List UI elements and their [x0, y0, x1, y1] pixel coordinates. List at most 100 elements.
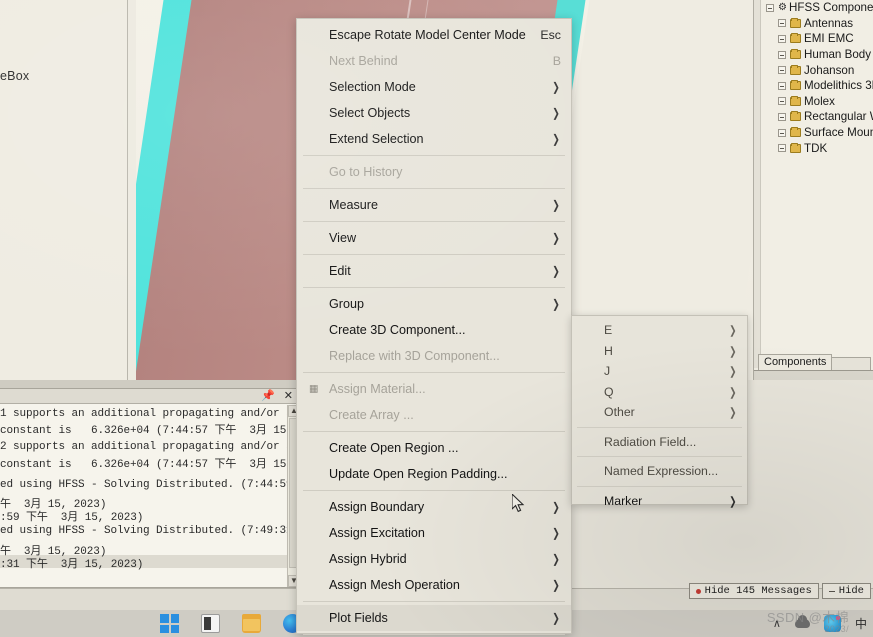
- submenu-item-named-expression[interactable]: Named Expression...: [572, 461, 747, 482]
- menu-item-measure[interactable]: Measure ❯: [297, 192, 571, 218]
- menu-item-assign-boundary[interactable]: Assign Boundary ❯: [297, 494, 571, 520]
- submenu-item-h[interactable]: H ❯: [572, 341, 747, 362]
- message-log-body[interactable]: 1 supports an additional propagating and…: [0, 405, 287, 587]
- tree-item-label: Rectangular W: [804, 110, 873, 124]
- expander-icon[interactable]: [778, 81, 786, 90]
- component-tree-list: ⚙ HFSS Components Antennas EMI EMC Human…: [762, 0, 873, 156]
- menu-item-label: Extend Selection: [329, 132, 424, 146]
- menu-item-go-to-history: Go to History: [297, 159, 571, 185]
- menu-item-label: View: [329, 231, 357, 245]
- menu-item-label: Assign Material...: [329, 382, 426, 396]
- folder-icon: [790, 49, 801, 60]
- tab-components[interactable]: Components: [758, 354, 833, 370]
- panel-splitter[interactable]: [0, 380, 300, 388]
- tree-item-human-body[interactable]: Human Body: [762, 47, 873, 63]
- expander-icon[interactable]: [766, 3, 774, 12]
- expander-icon[interactable]: [778, 19, 786, 28]
- chevron-right-icon: ❯: [552, 106, 560, 120]
- log-line: constant is 6.326e+04 (7:44:57 下午 3月 15,: [0, 425, 287, 438]
- menu-item-escape-rotate-model-center-mode[interactable]: Escape Rotate Model Center Mode Esc: [297, 22, 571, 48]
- submenu-separator: [577, 485, 742, 487]
- menu-item-extend-selection[interactable]: Extend Selection ❯: [297, 126, 571, 152]
- log-line: ed using HFSS - Solving Distributed. (7:…: [0, 478, 287, 491]
- system-tray: ∧ 中: [773, 615, 867, 632]
- hide-messages-label: Hide 145 Messages: [704, 585, 812, 597]
- expander-icon[interactable]: [778, 66, 786, 75]
- menu-item-label: Replace with 3D Component...: [329, 349, 500, 363]
- context-menu[interactable]: Escape Rotate Model Center Mode Esc Next…: [296, 18, 572, 635]
- menu-item-create-open-region[interactable]: Create Open Region ...: [297, 435, 571, 461]
- menu-item-plot-fields[interactable]: Plot Fields ❯: [297, 605, 571, 631]
- chevron-right-icon: ❯: [729, 407, 737, 420]
- tree-item-surface-mount[interactable]: Surface Mount: [762, 125, 873, 141]
- plot-fields-submenu[interactable]: E ❯ H ❯ J ❯ Q ❯ Other ❯ Radiation Field.…: [571, 315, 748, 508]
- submenu-item-e[interactable]: E ❯: [572, 320, 747, 341]
- expander-icon[interactable]: [778, 34, 786, 43]
- menu-item-create-3d-component[interactable]: Create 3D Component...: [297, 317, 571, 343]
- menu-separator: [303, 155, 565, 156]
- tree-item-rectangular-waveguide[interactable]: Rectangular W: [762, 109, 873, 125]
- tree-tab-bar: Components: [758, 353, 871, 370]
- material-icon: ▦: [309, 383, 319, 395]
- menu-separator: [303, 221, 565, 222]
- log-line: 1 supports an additional propagating and…: [0, 408, 287, 420]
- log-line: constant is 6.326e+04 (7:44:57 下午 3月 15,: [0, 458, 287, 471]
- submenu-item-marker[interactable]: Marker ❯: [572, 491, 747, 512]
- expander-icon[interactable]: [778, 97, 786, 106]
- task-view-icon[interactable]: [201, 614, 220, 633]
- folder-icon: [790, 17, 801, 28]
- submenu-separator: [577, 426, 742, 428]
- menu-separator: [303, 287, 565, 288]
- cloud-icon[interactable]: [794, 615, 810, 628]
- menu-item-view[interactable]: View ❯: [297, 225, 571, 251]
- submenu-item-other[interactable]: Other ❯: [572, 402, 747, 423]
- expander-icon[interactable]: [778, 112, 786, 121]
- start-icon[interactable]: [160, 614, 179, 633]
- folder-icon: [790, 111, 801, 122]
- tray-app-icon[interactable]: [823, 615, 841, 632]
- submenu-item-radiation-field[interactable]: Radiation Field...: [572, 432, 747, 453]
- tree-item-modelithics[interactable]: Modelithics 3D: [762, 78, 873, 94]
- hide-secondary-button[interactable]: Hide: [821, 583, 871, 599]
- submenu-item-j[interactable]: J ❯: [572, 361, 747, 382]
- menu-item-assign-hybrid[interactable]: Assign Hybrid ❯: [297, 546, 571, 572]
- expander-icon[interactable]: [778, 50, 786, 59]
- chevron-up-icon[interactable]: ∧: [773, 617, 781, 630]
- tree-item-antennas[interactable]: Antennas: [762, 16, 873, 32]
- menu-separator: [303, 188, 565, 189]
- file-explorer-icon[interactable]: [242, 614, 261, 633]
- folder-icon: [790, 127, 801, 138]
- menu-item-assign-material: ▦ Assign Material...: [297, 376, 571, 402]
- tree-item-emi-emc[interactable]: EMI EMC: [762, 31, 873, 47]
- menu-item-label: Assign Mesh Operation: [329, 578, 460, 592]
- tree-item-johanson[interactable]: Johanson: [762, 62, 873, 78]
- expander-icon[interactable]: [778, 144, 786, 153]
- menu-item-assign-excitation[interactable]: Assign Excitation ❯: [297, 520, 571, 546]
- tree-item-molex[interactable]: Molex: [762, 94, 873, 110]
- menu-item-edit[interactable]: Edit ❯: [297, 258, 571, 284]
- menu-item-select-objects[interactable]: Select Objects ❯: [297, 100, 571, 126]
- pin-icon[interactable]: 📌: [261, 390, 275, 402]
- menu-item-selection-mode[interactable]: Selection Mode ❯: [297, 74, 571, 100]
- menu-item-label: Measure: [329, 198, 378, 212]
- submenu-item-q[interactable]: Q ❯: [572, 382, 747, 403]
- log-line: ed using HFSS - Solving Distributed. (7:…: [0, 525, 287, 538]
- menu-item-label: Assign Boundary: [329, 500, 425, 514]
- menu-item-assign-mesh-operation[interactable]: Assign Mesh Operation ❯: [297, 572, 571, 598]
- menu-item-label: Plot Fields: [329, 611, 388, 625]
- hide-messages-button[interactable]: Hide 145 Messages: [688, 583, 819, 599]
- chevron-right-icon: ❯: [552, 526, 560, 540]
- menu-item-update-open-region-padding[interactable]: Update Open Region Padding...: [297, 461, 571, 487]
- menu-separator: [303, 490, 565, 491]
- expander-icon[interactable]: [778, 128, 786, 137]
- close-icon[interactable]: ✕: [284, 390, 293, 402]
- chevron-right-icon: ❯: [552, 611, 560, 625]
- tree-item-tdk[interactable]: TDK: [762, 140, 873, 156]
- menu-item-shortcut: B: [552, 54, 561, 68]
- log-line-selected[interactable]: :31 下午 3月 15, 2023): [0, 554, 287, 571]
- chevron-right-icon: ❯: [729, 345, 737, 358]
- menu-item-group[interactable]: Group ❯: [297, 291, 571, 317]
- menu-item-shortcut: Esc: [540, 28, 561, 42]
- tree-item-root[interactable]: ⚙ HFSS Components: [762, 0, 873, 16]
- ime-language-indicator[interactable]: 中: [855, 615, 867, 632]
